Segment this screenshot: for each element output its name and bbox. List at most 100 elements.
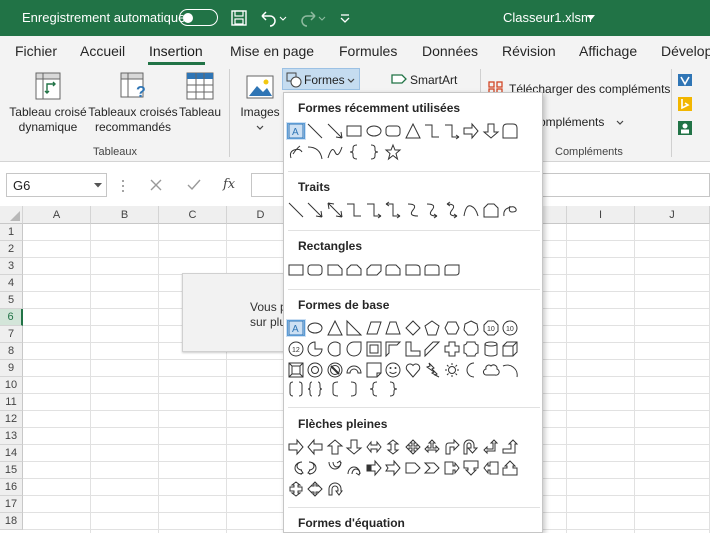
- cube-icon[interactable]: [501, 340, 521, 358]
- double-bracket-icon[interactable]: [286, 380, 306, 398]
- resize-handle-icon[interactable]: [121, 179, 125, 193]
- row-header[interactable]: 5: [0, 292, 23, 309]
- moon-icon[interactable]: [462, 361, 482, 379]
- row-header[interactable]: 6: [0, 309, 23, 326]
- left-right-arrow-icon[interactable]: [364, 438, 384, 456]
- recommended-pivot-button[interactable]: ? Tableaux croisés recommandés: [88, 71, 178, 135]
- row-header[interactable]: 16: [0, 479, 23, 496]
- round-diagonal-icon[interactable]: [442, 261, 462, 279]
- cross-icon[interactable]: [442, 340, 462, 358]
- striped-right-arrow-icon[interactable]: [364, 459, 384, 477]
- row-header[interactable]: 3: [0, 258, 23, 275]
- table-button[interactable]: Tableau: [178, 71, 222, 120]
- elbow-connector-icon[interactable]: [345, 201, 365, 219]
- left-brace-icon[interactable]: [345, 143, 365, 161]
- double-brace-icon[interactable]: [306, 380, 326, 398]
- rectangle-icon[interactable]: [286, 261, 306, 279]
- undo-icon[interactable]: [259, 7, 287, 29]
- oval-icon[interactable]: [364, 122, 384, 140]
- left-arrow-callout-icon[interactable]: [481, 459, 501, 477]
- no-symbol-icon[interactable]: [325, 361, 345, 379]
- row-header[interactable]: 4: [0, 275, 23, 292]
- confirm-icon[interactable]: [187, 179, 201, 191]
- can-icon[interactable]: [481, 340, 501, 358]
- elbow-arrow-connector-icon[interactable]: [442, 122, 462, 140]
- pentagon-icon[interactable]: [423, 319, 443, 337]
- column-header[interactable]: C: [159, 206, 227, 224]
- down-arrow-icon[interactable]: [345, 438, 365, 456]
- images-button[interactable]: Images: [236, 73, 284, 135]
- insert-function-button[interactable]: fx: [223, 177, 235, 192]
- visio-icon[interactable]: [677, 72, 693, 88]
- right-brace-icon[interactable]: [384, 380, 404, 398]
- decagon-icon[interactable]: 10: [501, 319, 521, 337]
- round-single-corner-icon[interactable]: [403, 261, 423, 279]
- snip-round-icon[interactable]: [384, 261, 404, 279]
- elbow-double-arrow-icon[interactable]: [384, 201, 404, 219]
- up-down-arrow-icon[interactable]: [384, 438, 404, 456]
- sun-icon[interactable]: [442, 361, 462, 379]
- smartart-button[interactable]: SmartArt: [390, 70, 470, 90]
- quad-arrow-icon[interactable]: [403, 438, 423, 456]
- hexagon-icon[interactable]: [442, 319, 462, 337]
- rectangle-icon[interactable]: [345, 122, 365, 140]
- right-brace-icon[interactable]: [364, 143, 384, 161]
- row-header[interactable]: 1: [0, 224, 23, 241]
- half-frame-icon[interactable]: [384, 340, 404, 358]
- down-arrow-icon[interactable]: [481, 122, 501, 140]
- tab-donnees[interactable]: Données: [422, 43, 478, 59]
- name-box[interactable]: G6: [6, 173, 107, 197]
- row-header[interactable]: 10: [0, 377, 23, 394]
- trapezoid-icon[interactable]: [384, 319, 404, 337]
- arrow-line-icon[interactable]: [325, 122, 345, 140]
- row-header[interactable]: 12: [0, 411, 23, 428]
- column-header[interactable]: J: [635, 206, 710, 224]
- curved-left-arrow-icon[interactable]: [306, 459, 326, 477]
- people-graph-icon[interactable]: [677, 120, 693, 136]
- my-addins-button[interactable]: ompléments: [535, 113, 635, 133]
- folded-corner-icon[interactable]: [364, 361, 384, 379]
- column-header[interactable]: I: [567, 206, 635, 224]
- line-icon[interactable]: [286, 201, 306, 219]
- freeform-icon[interactable]: [286, 143, 306, 161]
- star-icon[interactable]: [384, 143, 404, 161]
- redo-icon[interactable]: [298, 7, 326, 29]
- dodecagon-icon[interactable]: 12: [286, 340, 306, 358]
- pentagon-arrow-icon[interactable]: [403, 459, 423, 477]
- autosave-toggle[interactable]: [179, 9, 218, 26]
- block-arc-icon[interactable]: [345, 361, 365, 379]
- oval-icon[interactable]: [306, 319, 326, 337]
- plaque-icon[interactable]: [462, 340, 482, 358]
- cloud-icon[interactable]: [481, 361, 501, 379]
- double-arrow-line-icon[interactable]: [325, 201, 345, 219]
- curved-arrow-connector-icon[interactable]: [423, 201, 443, 219]
- rounded-rectangle-icon[interactable]: [384, 122, 404, 140]
- bing-icon[interactable]: [677, 96, 693, 112]
- elbow-connector-icon[interactable]: [423, 122, 443, 140]
- curved-down-arrow-icon[interactable]: [345, 459, 365, 477]
- left-brace-icon[interactable]: [364, 380, 384, 398]
- left-up-arrow-icon[interactable]: [481, 438, 501, 456]
- select-all-corner[interactable]: [0, 206, 23, 224]
- column-header[interactable]: B: [91, 206, 159, 224]
- left-arrow-icon[interactable]: [306, 438, 326, 456]
- right-arrow-icon[interactable]: [462, 122, 482, 140]
- row-header[interactable]: 2: [0, 241, 23, 258]
- tab-accueil[interactable]: Accueil: [80, 43, 125, 59]
- chevron-icon[interactable]: [423, 459, 443, 477]
- left-right-up-arrow-icon[interactable]: [423, 438, 443, 456]
- row-header[interactable]: 18: [0, 513, 23, 530]
- tab-fichier[interactable]: Fichier: [15, 43, 57, 59]
- row-header[interactable]: 14: [0, 445, 23, 462]
- down-arrow-callout-icon[interactable]: [462, 459, 482, 477]
- pie-icon[interactable]: [306, 340, 326, 358]
- l-shape-icon[interactable]: [403, 340, 423, 358]
- tab-developpeur[interactable]: Dévelop: [661, 43, 710, 59]
- octagon-icon[interactable]: 10: [481, 319, 501, 337]
- shapes-button[interactable]: Formes: [282, 68, 360, 90]
- right-bracket-icon[interactable]: [345, 380, 365, 398]
- parallelogram-icon[interactable]: [364, 319, 384, 337]
- row-header[interactable]: 13: [0, 428, 23, 445]
- tab-affichage[interactable]: Affichage: [579, 43, 637, 59]
- arrow-line-icon[interactable]: [306, 201, 326, 219]
